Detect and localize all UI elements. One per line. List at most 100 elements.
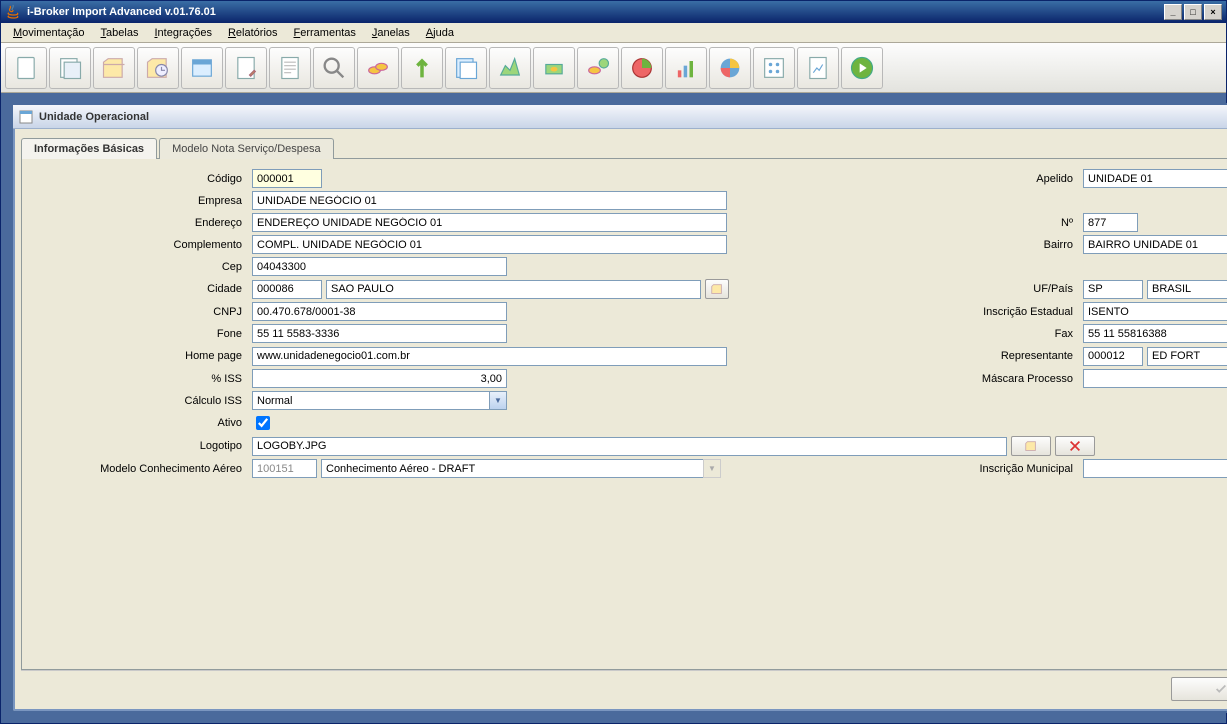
close-button[interactable]: ×	[1204, 4, 1222, 20]
tab-informacoes-basicas[interactable]: Informações Básicas	[21, 138, 157, 159]
label-numero: Nº	[865, 217, 1075, 229]
toolbar-btn-18[interactable]	[753, 47, 795, 89]
maximize-button[interactable]: □	[1184, 4, 1202, 20]
input-cep[interactable]	[252, 257, 507, 276]
label-calculoiss: Cálculo ISS	[34, 395, 244, 407]
menu-tabelas[interactable]: Tabelas	[95, 25, 145, 41]
label-logotipo: Logotipo	[34, 440, 244, 452]
label-apelido: Apelido	[865, 173, 1075, 185]
toolbar-btn-14[interactable]	[577, 47, 619, 89]
toolbar-btn-11[interactable]	[445, 47, 487, 89]
toolbar-btn-3[interactable]	[93, 47, 135, 89]
input-uf[interactable]	[1083, 280, 1143, 299]
workspace: Unidade Operacional ▫ ▭ ⊠ Informações Bá…	[1, 93, 1226, 723]
gravar-button[interactable]: Gravar	[1171, 677, 1227, 701]
menu-ferramentas[interactable]: Ferramentas	[288, 25, 362, 41]
input-cnpj[interactable]	[252, 302, 507, 321]
label-ufpais: UF/País	[865, 283, 1075, 295]
content-area: Informações Básicas Modelo Nota Serviço/…	[13, 129, 1227, 711]
menu-janelas[interactable]: Janelas	[366, 25, 416, 41]
internal-title: Unidade Operacional	[39, 111, 149, 123]
input-ie[interactable]	[1083, 302, 1227, 321]
menu-relatorios[interactable]: Relatórios	[222, 25, 284, 41]
toolbar-btn-9[interactable]	[357, 47, 399, 89]
toolbar-btn-15[interactable]	[621, 47, 663, 89]
input-bairro[interactable]	[1083, 235, 1227, 254]
label-ie: Inscrição Estadual	[865, 306, 1075, 318]
select-modelo[interactable]: ▼	[321, 459, 721, 478]
input-modelo-cod	[252, 459, 317, 478]
toolbar-btn-17[interactable]	[709, 47, 751, 89]
menu-movimentacao[interactable]: Movimentação	[7, 25, 91, 41]
toolbar-btn-12[interactable]	[489, 47, 531, 89]
label-fax: Fax	[865, 328, 1075, 340]
label-iss: % ISS	[34, 373, 244, 385]
lookup-cidade-button[interactable]	[705, 279, 729, 299]
toolbar-btn-7[interactable]	[269, 47, 311, 89]
toolbar-btn-16[interactable]	[665, 47, 707, 89]
minimize-button[interactable]: _	[1164, 4, 1182, 20]
label-homepage: Home page	[34, 350, 244, 362]
internal-titlebar[interactable]: Unidade Operacional ▫ ▭ ⊠	[13, 105, 1227, 129]
label-modelo: Modelo Conhecimento Aéreo	[34, 463, 244, 475]
input-apelido[interactable]	[1083, 169, 1227, 188]
input-logotipo[interactable]	[252, 437, 1007, 456]
tab-modelo-nota[interactable]: Modelo Nota Serviço/Despesa	[159, 138, 334, 159]
chevron-down-icon[interactable]: ▼	[489, 391, 507, 410]
label-codigo: Código	[34, 173, 244, 185]
input-fax[interactable]	[1083, 324, 1227, 343]
label-endereco: Endereço	[34, 217, 244, 229]
input-endereco[interactable]	[252, 213, 727, 232]
toolbar-btn-4[interactable]	[137, 47, 179, 89]
toolbar-btn-20[interactable]	[841, 47, 883, 89]
delete-logotipo-button[interactable]	[1055, 436, 1095, 456]
input-rep-cod[interactable]	[1083, 347, 1143, 366]
toolbar-btn-5[interactable]	[181, 47, 223, 89]
toolbar-btn-8[interactable]	[313, 47, 355, 89]
toolbar-btn-6[interactable]	[225, 47, 267, 89]
input-numero[interactable]	[1083, 213, 1138, 232]
menu-ajuda[interactable]: Ajuda	[420, 25, 460, 41]
label-cep: Cep	[34, 261, 244, 273]
label-representante: Representante	[865, 350, 1075, 362]
input-codigo[interactable]	[252, 169, 322, 188]
form-panel: Código Apelido Empresa Endereço Nº Compl…	[21, 158, 1227, 670]
internal-frame: Unidade Operacional ▫ ▭ ⊠ Informações Bá…	[11, 103, 1227, 713]
input-im[interactable]	[1083, 459, 1227, 478]
input-iss[interactable]	[252, 369, 507, 388]
window-title: i-Broker Import Advanced v.01.76.01	[27, 6, 216, 18]
input-homepage[interactable]	[252, 347, 727, 366]
toolbar-btn-10[interactable]	[401, 47, 443, 89]
main-window: i-Broker Import Advanced v.01.76.01 _ □ …	[0, 0, 1227, 724]
check-icon	[1214, 682, 1227, 696]
checkbox-ativo[interactable]	[256, 416, 270, 430]
toolbar-btn-19[interactable]	[797, 47, 839, 89]
label-ativo: Ativo	[34, 417, 244, 429]
input-rep-nome[interactable]	[1147, 347, 1227, 366]
input-cidade-nome[interactable]	[326, 280, 701, 299]
label-cidade: Cidade	[34, 283, 244, 295]
label-fone: Fone	[34, 328, 244, 340]
label-complemento: Complemento	[34, 239, 244, 251]
select-calculoiss[interactable]: ▼	[252, 391, 507, 410]
tab-strip: Informações Básicas Modelo Nota Serviço/…	[21, 137, 1227, 158]
chevron-down-icon[interactable]: ▼	[703, 459, 721, 478]
browse-logotipo-button[interactable]	[1011, 436, 1051, 456]
input-empresa[interactable]	[252, 191, 727, 210]
menu-integracoes[interactable]: Integrações	[148, 25, 218, 41]
input-cidade-cod[interactable]	[252, 280, 322, 299]
titlebar[interactable]: i-Broker Import Advanced v.01.76.01 _ □ …	[1, 1, 1226, 23]
label-empresa: Empresa	[34, 195, 244, 207]
toolbar-btn-1[interactable]	[5, 47, 47, 89]
frame-icon	[19, 110, 33, 124]
label-cnpj: CNPJ	[34, 306, 244, 318]
label-mascara: Máscara Processo	[865, 373, 1075, 385]
toolbar-btn-2[interactable]	[49, 47, 91, 89]
toolbar-btn-13[interactable]	[533, 47, 575, 89]
input-pais[interactable]	[1147, 280, 1227, 299]
input-complemento[interactable]	[252, 235, 727, 254]
toolbar	[1, 43, 1226, 93]
input-mascara[interactable]	[1083, 369, 1227, 388]
input-fone[interactable]	[252, 324, 507, 343]
label-im: Inscrição Municipal	[865, 463, 1075, 475]
